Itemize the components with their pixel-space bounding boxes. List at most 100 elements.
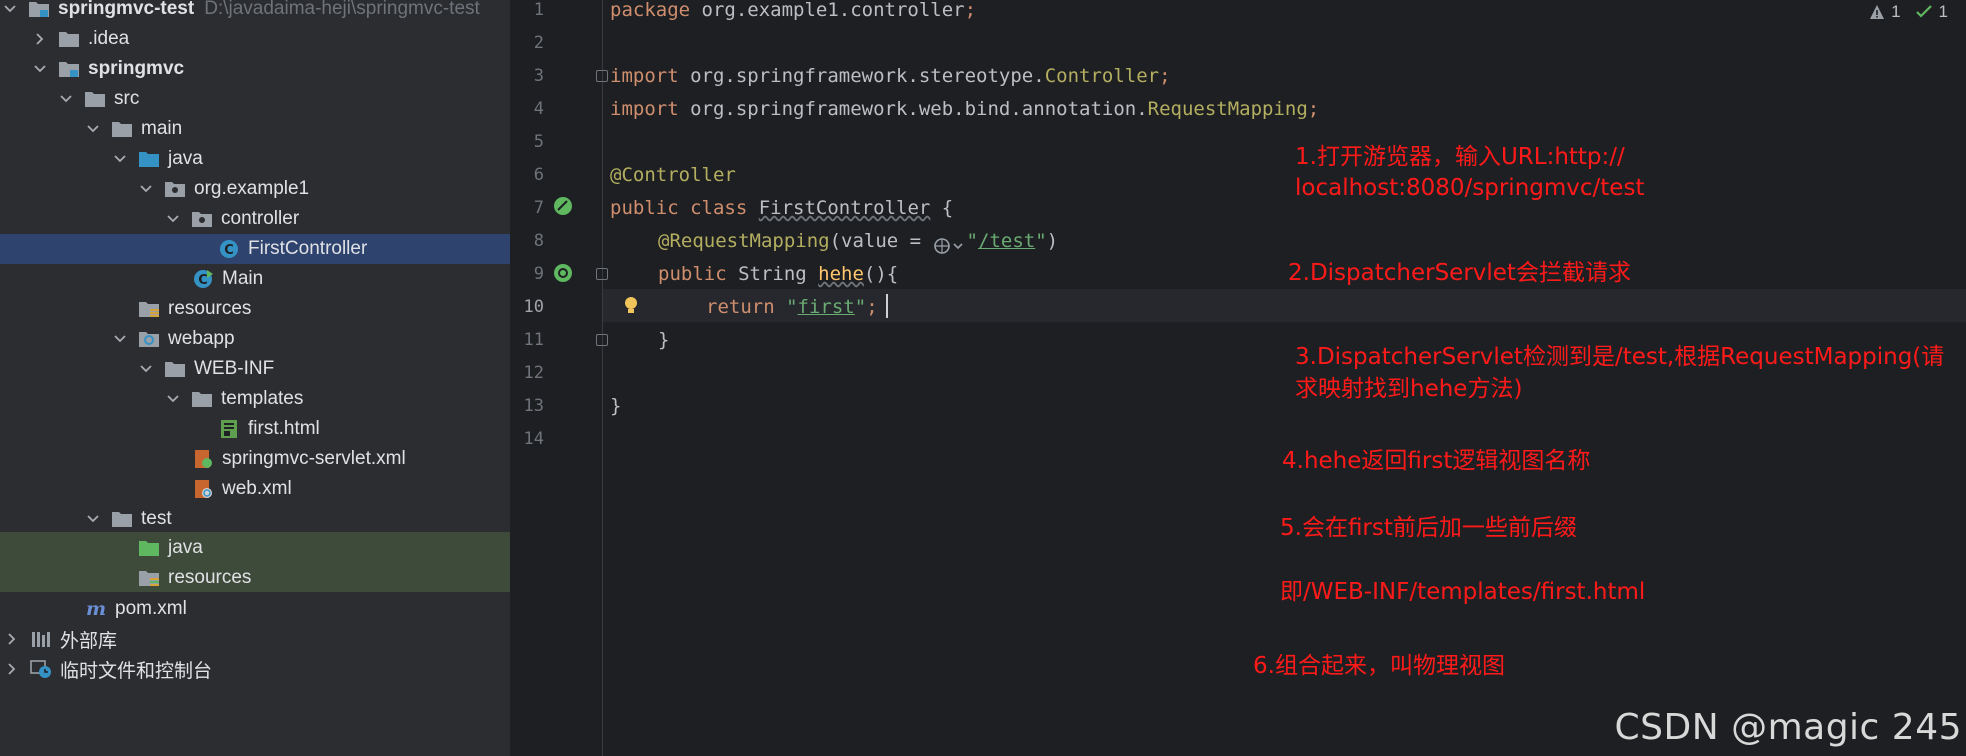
lightbulb-icon[interactable] <box>620 294 642 316</box>
tree-item-springmvc-servlet-xml[interactable]: springmvc-servlet.xml <box>0 444 510 474</box>
tree-item-src[interactable]: src <box>0 84 510 114</box>
tree-item-resources[interactable]: resources <box>0 294 510 324</box>
code-text: } <box>610 395 622 417</box>
code-line-9[interactable]: public String hehe(){ <box>658 258 898 291</box>
tree-item-label: first.html <box>248 418 320 439</box>
line-number: 5 <box>533 132 544 152</box>
tree-item-label: src <box>114 88 140 109</box>
tree-item-controller[interactable]: controller <box>0 204 510 234</box>
tree-item-idea[interactable]: .idea <box>0 24 510 54</box>
chevron-right-icon[interactable] <box>4 631 20 647</box>
code-string: /test <box>978 230 1036 252</box>
spring-bean-icon[interactable] <box>552 195 574 217</box>
fold-marker-icon[interactable] <box>596 334 608 346</box>
test-resources-folder-icon <box>138 568 160 588</box>
spring-xml-file-icon <box>192 449 214 469</box>
inspection-widget[interactable]: 1 1 <box>1869 2 1948 22</box>
line-number: 6 <box>533 165 544 185</box>
code-line-6[interactable]: @Controller <box>610 159 736 192</box>
code-keyword: return <box>706 296 775 318</box>
chevron-right-icon[interactable] <box>32 31 48 47</box>
code-keyword: public class <box>610 197 748 219</box>
chevron-down-icon[interactable] <box>112 151 128 167</box>
tree-item-java[interactable]: java <box>0 144 510 174</box>
line-number: 4 <box>533 99 544 119</box>
tree-item-external-libraries[interactable]: 外部库 <box>0 624 510 654</box>
web-folder-icon <box>138 329 160 349</box>
scratches-icon <box>30 659 52 679</box>
tree-item-templates[interactable]: templates <box>0 384 510 414</box>
chevron-down-icon[interactable] <box>2 1 18 17</box>
annotation-step-4: 4.hehe返回first逻辑视图名称 <box>1282 448 1591 474</box>
chevron-down-icon[interactable] <box>138 181 154 197</box>
module-folder-icon <box>58 59 80 79</box>
chevron-down-icon[interactable] <box>165 391 181 407</box>
code-keyword: public <box>658 263 727 285</box>
tree-item-web-inf[interactable]: WEB-INF <box>0 354 510 384</box>
watermark: CSDN @magic 245 <box>1614 707 1962 748</box>
folder-icon <box>111 119 133 139</box>
tree-item-label: controller <box>221 208 300 229</box>
tree-item-main[interactable]: main <box>0 114 510 144</box>
code-method-name: hehe <box>818 263 864 285</box>
fold-marker-icon[interactable] <box>596 70 608 82</box>
fold-marker-icon[interactable] <box>596 268 608 280</box>
code-line-7[interactable]: public class FirstController { <box>610 192 953 225</box>
html-file-icon <box>218 419 240 439</box>
request-mapping-icon[interactable] <box>552 262 574 284</box>
tree-item-test-resources[interactable]: resources <box>0 564 510 592</box>
chevron-down-icon[interactable] <box>32 61 48 77</box>
folder-icon <box>58 29 80 49</box>
code-line-10[interactable]: return "first"; <box>706 291 878 324</box>
tree-item-web-xml[interactable]: web.xml <box>0 474 510 504</box>
tree-item-pom-xml[interactable]: m pom.xml <box>0 594 510 624</box>
code-text: (){ <box>863 263 899 285</box>
chevron-down-icon[interactable] <box>58 91 74 107</box>
tree-item-main-class[interactable]: C Main <box>0 264 510 294</box>
globe-icon[interactable] <box>933 233 967 254</box>
resources-folder-icon <box>138 299 160 319</box>
tree-item-label: test <box>141 508 172 529</box>
folder-icon <box>191 389 213 409</box>
annotation-step-5b: 即/WEB-INF/templates/first.html <box>1280 579 1646 605</box>
chevron-down-icon[interactable] <box>112 331 128 347</box>
line-number: 8 <box>533 231 544 251</box>
ok-count: 1 <box>1938 2 1948 21</box>
tree-item-springmvc[interactable]: springmvc <box>0 54 510 84</box>
chevron-right-icon[interactable] <box>4 661 20 677</box>
tree-item-package[interactable]: org.example1 <box>0 174 510 204</box>
code-line-8[interactable]: @RequestMapping(value = "/test") <box>658 225 1058 258</box>
tree-item-firstcontroller[interactable]: C FirstController <box>0 234 510 264</box>
annotation-step-5: 5.会在first前后加一些前后缀 <box>1280 515 1577 541</box>
code-line-11[interactable]: } <box>658 324 669 357</box>
chevron-down-icon[interactable] <box>85 121 101 137</box>
package-icon <box>164 179 186 199</box>
tree-item-test[interactable]: test <box>0 504 510 534</box>
svg-text:m: m <box>86 599 106 619</box>
line-number: 3 <box>533 66 544 86</box>
code-keyword: import <box>610 98 679 120</box>
annotation-step-3b: 求映射找到hehe方法) <box>1295 376 1523 402</box>
chevron-down-icon[interactable] <box>85 511 101 527</box>
project-tree[interactable]: springmvc-test D:\javadaima-heji\springm… <box>0 0 510 756</box>
chevron-down-icon[interactable] <box>138 361 154 377</box>
chevron-down-icon[interactable] <box>165 211 181 227</box>
code-line-4[interactable]: import org.springframework.web.bind.anno… <box>610 93 1319 126</box>
tree-item-label: java <box>168 148 203 169</box>
line-number: 13 <box>523 396 544 416</box>
code-line-1[interactable]: package org.example1.controller; <box>610 0 976 27</box>
line-number-current: 10 <box>523 297 544 317</box>
folder-icon <box>84 89 106 109</box>
maven-icon: m <box>85 599 107 619</box>
tree-item-scratches[interactable]: 临时文件和控制台 <box>0 654 510 684</box>
tree-item-project-root[interactable]: springmvc-test D:\javadaima-heji\springm… <box>0 0 510 24</box>
package-icon <box>191 209 213 229</box>
tree-item-first-html[interactable]: first.html <box>0 414 510 444</box>
tree-item-test-java[interactable]: java <box>0 532 510 564</box>
tree-item-webapp[interactable]: webapp <box>0 324 510 354</box>
folder-icon <box>164 359 186 379</box>
code-text: org.example1.controller <box>690 0 965 21</box>
code-keyword: package <box>610 0 691 21</box>
code-line-13[interactable]: } <box>610 390 621 423</box>
code-line-3[interactable]: import org.springframework.stereotype.Co… <box>610 60 1171 93</box>
